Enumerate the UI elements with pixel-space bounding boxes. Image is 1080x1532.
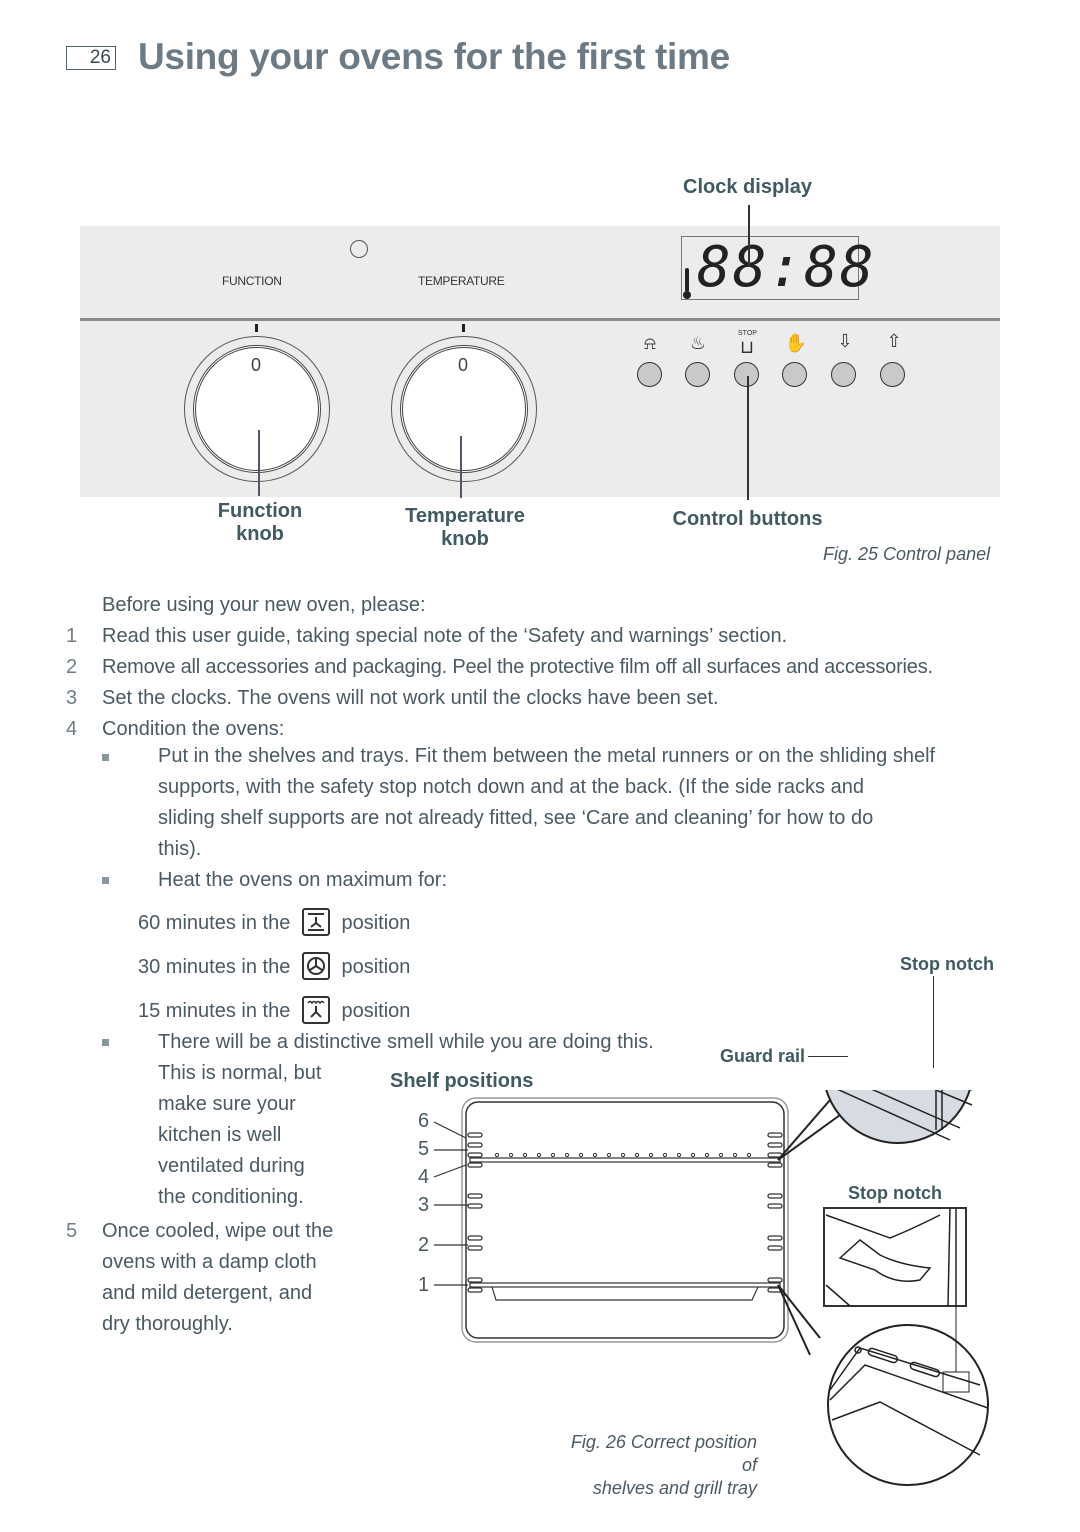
bullet-text: ventilated during bbox=[158, 1155, 305, 1177]
step-text: ovens with a damp cloth bbox=[102, 1251, 317, 1273]
shelf-number-2: 2 bbox=[418, 1234, 430, 1256]
temperature-panel-label: TEMPERATURE bbox=[418, 274, 505, 288]
fig25-caption: Fig. 25 Control panel bbox=[823, 544, 991, 564]
stop-notch-label-bottom: Stop notch bbox=[848, 1183, 942, 1203]
control-buttons-leader bbox=[747, 376, 749, 500]
step-number: 5 bbox=[66, 1220, 78, 1242]
hand-icon: ✋ bbox=[784, 333, 808, 353]
step-text: Set the clocks. The ovens will not work … bbox=[102, 687, 719, 709]
temperature-knob-tick bbox=[462, 324, 465, 332]
duration-suffix: position bbox=[341, 956, 411, 978]
temperature-knob[interactable]: 0 bbox=[391, 336, 537, 482]
bullet-marker bbox=[102, 877, 109, 884]
bullet-text: sliding shelf supports are not already f… bbox=[158, 807, 874, 829]
pot-steam-icon: ♨ bbox=[689, 333, 707, 353]
step-number: 1 bbox=[66, 625, 78, 647]
cook-time-button[interactable] bbox=[685, 362, 710, 387]
stop-label: STOP bbox=[738, 330, 757, 337]
temperature-knob-callout-line2: knob bbox=[441, 528, 489, 550]
bullet-text: Put in the shelves and trays. Fit them b… bbox=[158, 745, 936, 767]
bullet-marker bbox=[102, 1039, 109, 1046]
duration-suffix: position bbox=[341, 1000, 411, 1022]
step-number: 2 bbox=[66, 656, 78, 678]
shelf-number-4: 4 bbox=[418, 1166, 430, 1188]
bullet-text: kitchen is well bbox=[158, 1124, 282, 1146]
bullet-text: There will be a distinctive smell while … bbox=[158, 1031, 654, 1053]
function-knob-leader bbox=[258, 430, 260, 496]
stop-notch-leader-top bbox=[933, 976, 935, 1068]
function-panel-label: FUNCTION bbox=[222, 274, 282, 288]
clock-leader-line bbox=[748, 205, 750, 267]
alarm-button[interactable] bbox=[637, 362, 662, 387]
increase-button[interactable] bbox=[880, 362, 905, 387]
step-text: Once cooled, wipe out the bbox=[102, 1220, 334, 1242]
step-number: 3 bbox=[66, 687, 78, 709]
bullet-marker bbox=[102, 754, 109, 761]
step-text: Remove all accessories and packaging. Pe… bbox=[102, 656, 933, 678]
shelf-number-5: 5 bbox=[418, 1138, 430, 1160]
function-knob-tick bbox=[255, 324, 258, 332]
step-text: dry thoroughly. bbox=[102, 1313, 233, 1335]
clock-display-label: Clock display bbox=[683, 176, 812, 198]
fan-icon bbox=[301, 951, 330, 980]
duration-suffix: position bbox=[341, 912, 411, 934]
bullet-text: make sure your bbox=[158, 1093, 296, 1115]
fan-grill-icon bbox=[301, 995, 330, 1024]
step-text: and mild detergent, and bbox=[102, 1282, 313, 1304]
function-knob-callout-line1: Function bbox=[217, 500, 303, 522]
duration-prefix: 60 minutes in the bbox=[138, 912, 291, 934]
bullet-text: This is normal, but bbox=[158, 1062, 322, 1084]
function-knob-callout: Function knob bbox=[190, 500, 330, 546]
duration-line: 60 minutes in the position bbox=[138, 907, 411, 939]
bullet-text: the conditioning. bbox=[158, 1186, 304, 1208]
fig26-caption-line1: Fig. 26 Correct position of bbox=[570, 1432, 757, 1475]
temperature-knob-leader bbox=[460, 436, 462, 498]
decrease-button[interactable] bbox=[831, 362, 856, 387]
function-knob-callout-line2: knob bbox=[236, 523, 284, 545]
duration-prefix: 15 minutes in the bbox=[138, 1000, 291, 1022]
indicator-light bbox=[350, 240, 368, 258]
pot-stop-icon: ⊔ bbox=[739, 337, 755, 357]
shelf-number-3: 3 bbox=[418, 1194, 430, 1216]
shelf-number-1: 1 bbox=[418, 1274, 430, 1296]
fig26-caption-line2: shelves and grill tray bbox=[592, 1478, 757, 1498]
arrow-down-icon: ⇩ bbox=[837, 331, 853, 351]
fig26-caption: Fig. 26 Correct position of shelves and … bbox=[552, 1431, 757, 1500]
temperature-knob-callout: Temperature knob bbox=[385, 505, 545, 551]
control-buttons-callout: Control buttons bbox=[672, 508, 823, 530]
step-text: Read this user guide, taking special not… bbox=[102, 625, 788, 647]
function-knob-zero: 0 bbox=[251, 355, 262, 375]
arrow-up-icon: ⇧ bbox=[886, 331, 902, 351]
bell-icon: ⍾ bbox=[644, 333, 656, 353]
bake-element-icon bbox=[301, 907, 330, 936]
thermometer-icon bbox=[683, 268, 691, 299]
temperature-knob-zero: 0 bbox=[458, 355, 469, 375]
manual-button[interactable] bbox=[782, 362, 807, 387]
duration-line: 15 minutes in the position bbox=[138, 995, 411, 1027]
temperature-knob-callout-line1: Temperature bbox=[405, 505, 525, 527]
bullet-text: supports, with the safety stop notch dow… bbox=[158, 776, 864, 798]
page-number: 26 bbox=[66, 46, 116, 70]
duration-prefix: 30 minutes in the bbox=[138, 956, 291, 978]
guard-rail-label: Guard rail bbox=[720, 1046, 806, 1066]
bullet-text: this). bbox=[158, 838, 202, 860]
bullet-text: Heat the ovens on maximum for: bbox=[158, 869, 448, 891]
page-title: Using your ovens for the first time bbox=[138, 36, 730, 77]
duration-line: 30 minutes in the position bbox=[138, 951, 411, 983]
function-knob[interactable]: 0 bbox=[184, 336, 330, 482]
step-number: 4 bbox=[66, 718, 78, 740]
stop-notch-label-top: Stop notch bbox=[900, 954, 994, 974]
clock-digits: 88:88 bbox=[697, 235, 876, 300]
guard-rail-leader bbox=[808, 1056, 848, 1058]
shelf-number-6: 6 bbox=[418, 1110, 430, 1132]
intro-text: Before using your new oven, please: bbox=[102, 594, 426, 616]
